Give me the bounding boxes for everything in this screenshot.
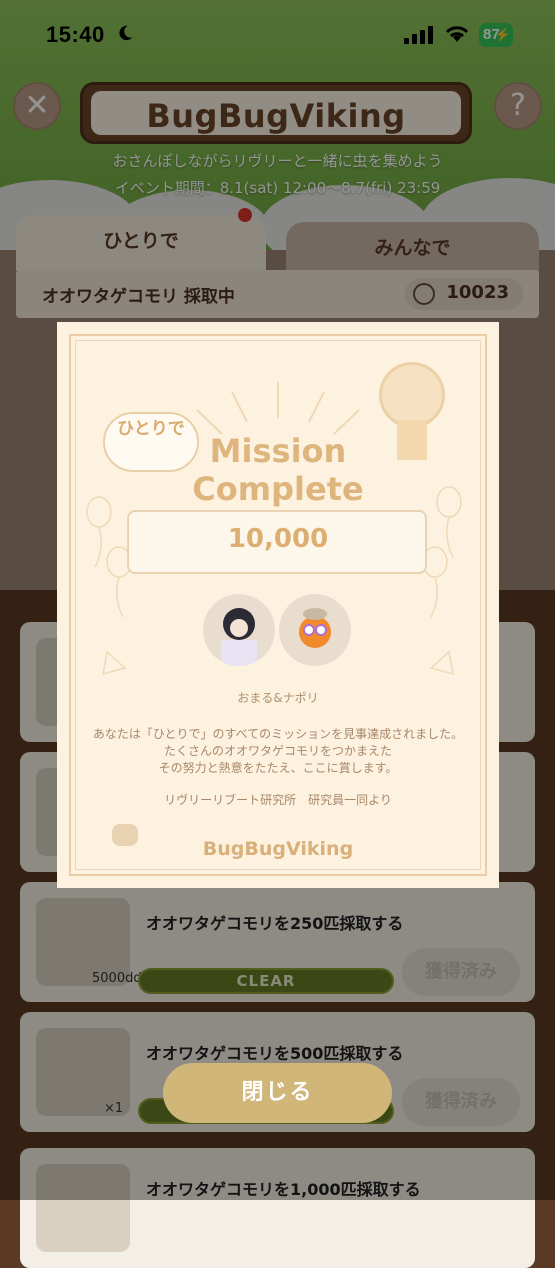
- certificate-message-line3: その努力と熱意をたたえ、ここに賞します。: [158, 761, 398, 775]
- certificate-footer-logo: BugBugViking: [202, 838, 354, 860]
- bear-medal-icon: [379, 362, 445, 428]
- pet-avatar: [279, 594, 351, 666]
- mission-complete-title-line2: Complete: [192, 470, 364, 508]
- recipient-names: おまる&ナポリ: [237, 691, 319, 705]
- certificate-message-line2: たくさんのオオワタゲコモリをつかまえた: [163, 744, 392, 758]
- mission-amount: 10,000: [227, 524, 329, 554]
- certificate-message-line1: あなたは「ひとりで」のすべてのミッションを見事達成されました。: [92, 727, 464, 741]
- player-avatar: [203, 594, 275, 666]
- close-button[interactable]: 閉じる: [163, 1063, 392, 1123]
- mission-complete-title-line1: Mission: [209, 432, 347, 470]
- certificate-sign-off: リヴリーリブート研究所 研究員一同より: [164, 793, 392, 807]
- mission-complete-certificate: ひとりで Mission Complete 10,000 おまる&ナポリ あなた…: [57, 322, 499, 888]
